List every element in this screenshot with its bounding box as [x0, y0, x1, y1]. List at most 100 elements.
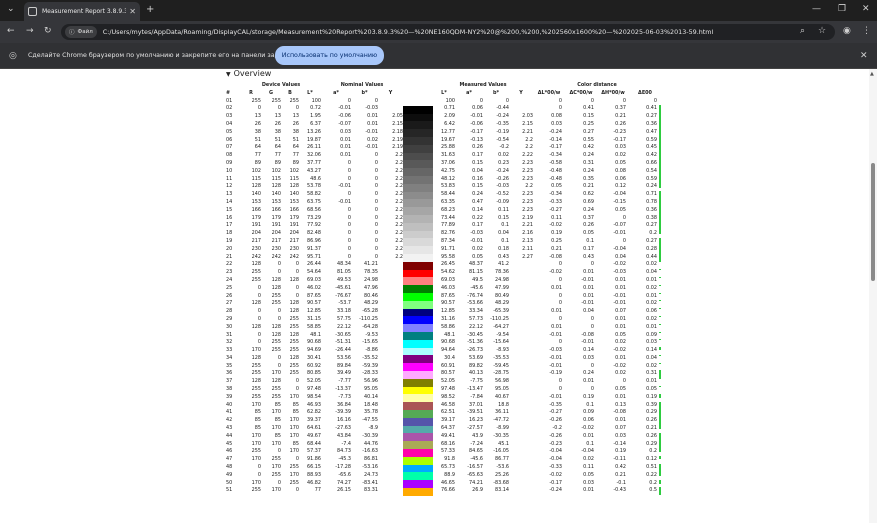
address-bar[interactable]: ⓘ Файл C:/Users/mytes/AppData/Roaming/Di…: [61, 24, 835, 40]
cell-patch-number: 38: [226, 386, 233, 393]
cell-delta-e: 0.51: [629, 464, 661, 472]
cell-measured-y: [509, 332, 533, 340]
table-row: 12 128 128 128 53.78 -0.01 0 2.2 53.83 0.15 -0.03 2…: [226, 183, 661, 192]
file-chip[interactable]: ⓘ Файл: [65, 26, 97, 38]
cell-device-lstar: 58.85: [306, 323, 321, 330]
cell-delta-l: 0: [558, 105, 562, 112]
cell-device-r: 255: [251, 393, 261, 400]
cell-delta-c: -0.01: [581, 276, 594, 283]
cell-measured-l: 52.05: [440, 378, 455, 385]
cell-device-lstar: 32.06: [306, 152, 321, 159]
cell-measured-l: 82.76: [440, 230, 455, 237]
profile-icon[interactable]: ◉: [843, 27, 851, 36]
cell-device-g: 242: [271, 253, 281, 260]
col-measured-y: Y: [519, 89, 523, 96]
cell-measured-b: -35.53: [493, 354, 509, 361]
table-row: 33 170 255 255 94.69 -26.44 -8.86 94.64 -26.73 -8…: [226, 347, 661, 356]
overview-heading[interactable]: ▼ Overview: [226, 69, 271, 78]
cell-nominal-b: 0: [374, 230, 378, 237]
cell-measured-b: 40.67: [494, 393, 509, 400]
cell-nominal-y: [378, 409, 403, 417]
cell-device-b: 128: [289, 308, 299, 315]
reload-icon[interactable]: ↻: [44, 27, 52, 36]
infobar-close-icon[interactable]: ✕: [860, 52, 868, 61]
color-swatch: [403, 191, 433, 200]
scroll-up-icon[interactable]: ▲: [870, 71, 874, 77]
color-swatch: [403, 105, 433, 114]
forward-icon[interactable]: →: [26, 27, 34, 36]
cell-device-r: 128: [251, 378, 261, 385]
cell-measured-y: 2.21: [522, 128, 533, 135]
default-browser-infobar: ◎ Сделайте Chrome браузером по умолчанию…: [0, 43, 877, 69]
cell-measured-b: 83.14: [494, 487, 509, 494]
color-swatch: [403, 175, 433, 184]
cell-delta-l: -0.34: [549, 152, 562, 159]
tab-search-icon[interactable]: ⌄: [7, 5, 15, 14]
cell-delta-c: 0.55: [583, 136, 594, 143]
cell-delta-c: -0.04: [581, 448, 594, 455]
cell-nominal-a: -0.01: [338, 198, 351, 205]
cell-nominal-b: -9.53: [365, 331, 378, 338]
cell-delta-l: -0.02: [549, 471, 562, 478]
cell-measured-l: 37.06: [440, 159, 455, 166]
minimize-icon[interactable]: —: [812, 5, 821, 14]
cell-measured-a: 0.15: [472, 159, 483, 166]
cell-device-lstar: 63.75: [306, 198, 321, 205]
restore-icon[interactable]: ❐: [838, 5, 846, 14]
cell-measured-y: 2.23: [522, 206, 533, 213]
cell-delta-c: -0.01: [581, 300, 594, 307]
cell-delta-h: 0.05: [615, 386, 626, 393]
cell-nominal-b: 0: [374, 206, 378, 213]
cell-device-g: 85: [274, 417, 281, 424]
cell-nominal-a: 0: [347, 253, 351, 260]
cell-measured-a: 26.9: [472, 487, 483, 494]
cell-delta-h: -0.15: [613, 198, 626, 205]
cell-device-g: 0: [277, 105, 281, 112]
cell-delta-l: 0: [558, 300, 562, 307]
cell-device-r: 128: [251, 261, 261, 268]
back-icon[interactable]: ←: [7, 27, 15, 36]
bookmark-star-icon[interactable]: ☆: [818, 27, 826, 36]
cell-delta-e: 0.28: [629, 245, 661, 254]
cell-device-g: 170: [271, 487, 281, 494]
cell-patch-number: 50: [226, 479, 233, 486]
cell-delta-h: -0.23: [613, 128, 626, 135]
cell-patch-number: 49: [226, 471, 233, 478]
cell-measured-y: 2.19: [522, 214, 533, 221]
cell-delta-l: 0.21: [551, 245, 562, 252]
close-tab-icon[interactable]: ✕: [129, 7, 136, 16]
cell-measured-y: [509, 308, 533, 316]
cell-measured-y: [509, 456, 533, 464]
cell-measured-a: -0.03: [470, 230, 483, 237]
cell-nominal-a: -27.63: [335, 425, 351, 432]
cell-delta-h: 0.07: [615, 425, 626, 432]
table-row: 17 191 191 191 77.92 0 0 2.2 77.89 0.17 0.1 2.21 -0.…: [226, 222, 661, 231]
cell-measured-b: -0.24: [496, 113, 509, 120]
cell-measured-y: 2.23: [522, 198, 533, 205]
set-default-button[interactable]: Использовать по умолчанию: [275, 46, 384, 65]
cell-device-g: 128: [271, 378, 281, 385]
cell-nominal-y: [378, 417, 403, 425]
cell-delta-l: 0.05: [551, 183, 562, 190]
zoom-icon[interactable]: ⌕: [800, 27, 805, 36]
cell-nominal-a: -39.39: [335, 409, 351, 416]
close-window-icon[interactable]: ✕: [862, 5, 870, 14]
table-row: 50 170 0 255 46.82 74.27 -83.41 46.65 74.21 -83.6…: [226, 479, 661, 488]
cell-delta-e: 0.66: [629, 159, 661, 168]
cell-delta-l: -0.27: [549, 409, 562, 416]
cell-measured-l: 90.68: [440, 339, 455, 346]
cell-device-g: 170: [271, 464, 281, 471]
cell-measured-a: 33.34: [468, 308, 483, 315]
cell-delta-l: 0: [558, 378, 562, 385]
cell-measured-b: -28.75: [493, 370, 509, 377]
scrollbar-thumb[interactable]: [871, 163, 875, 281]
vertical-scrollbar[interactable]: ▲: [869, 69, 877, 523]
browser-tab[interactable]: Measurement Report 3.8.9.3 — ✕: [24, 2, 140, 21]
new-tab-icon[interactable]: +: [146, 5, 154, 15]
menu-icon[interactable]: ⋮: [862, 27, 871, 36]
delta-e-bar: [659, 425, 661, 430]
cell-nominal-a: 43.84: [336, 432, 351, 439]
color-swatch: [403, 401, 433, 410]
cell-nominal-y: [378, 363, 403, 371]
table-row: 45 170 170 85 68.44 -7.4 44.76 68.16 -7.24 45.1 -0…: [226, 440, 661, 449]
